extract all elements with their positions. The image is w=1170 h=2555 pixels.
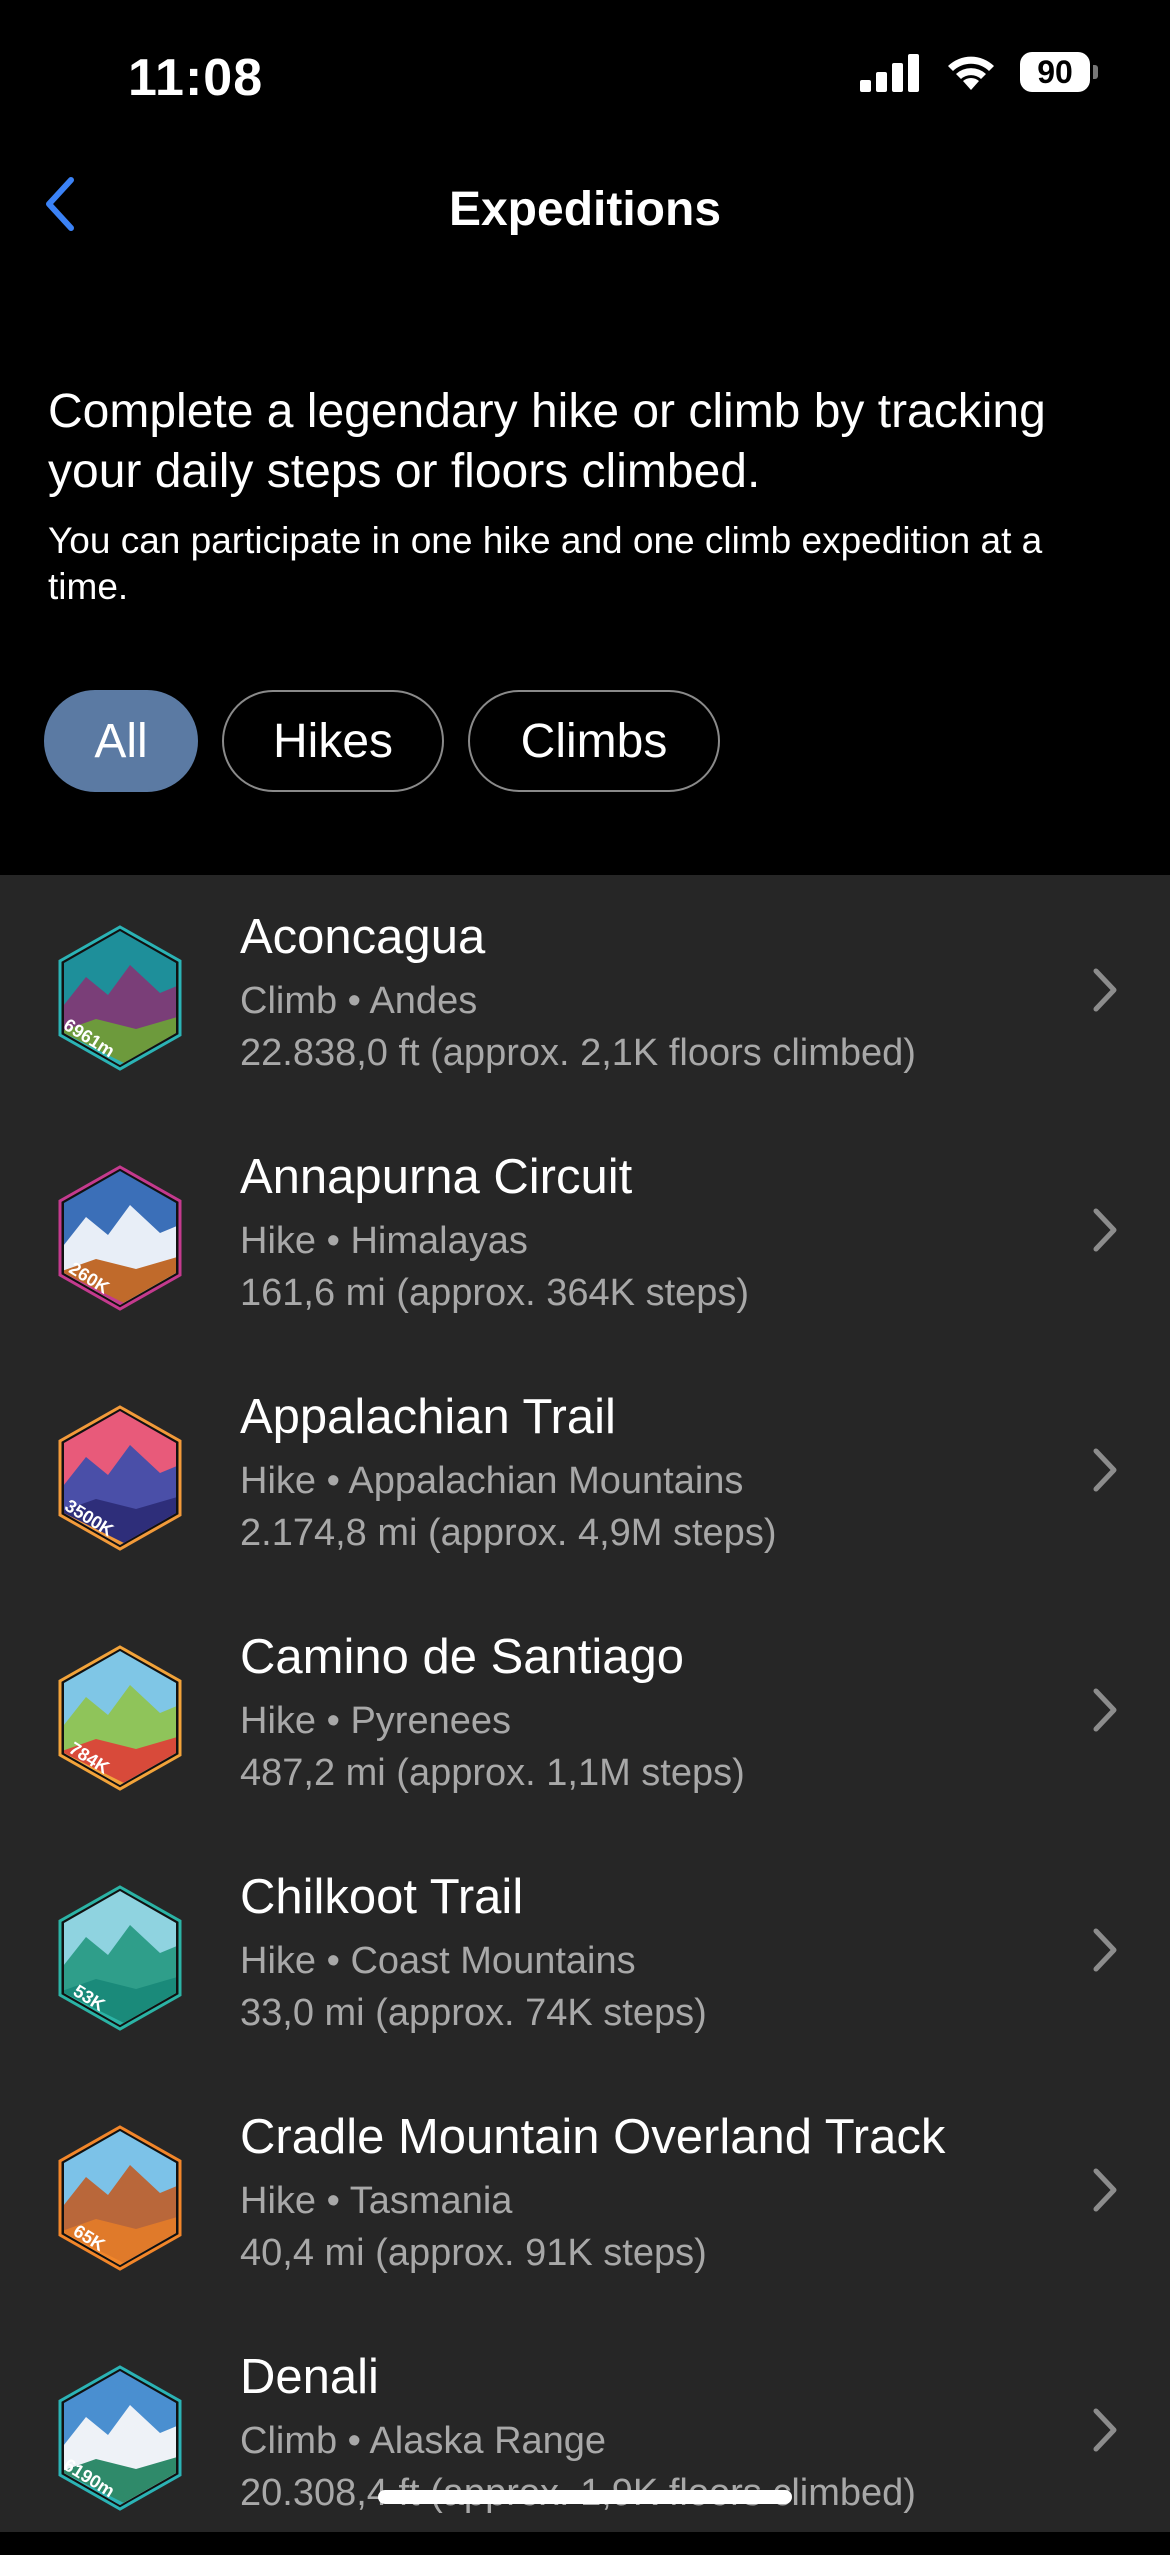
wifi-icon (948, 56, 994, 90)
expedition-row[interactable]: 53K Chilkoot Trail Hike • Coast Mountains 3… (0, 1835, 1170, 2075)
expedition-name: Camino de Santiago (240, 1630, 685, 1684)
expedition-region: Pyrenees (350, 1700, 511, 1742)
expedition-type-region: Climb • Andes (240, 975, 1080, 1027)
expedition-type-region: Hike • Pyrenees (240, 1695, 1080, 1747)
expedition-badge-icon: 6961m (58, 925, 182, 1071)
status-time: 11:08 (128, 49, 264, 107)
chevron-right-icon (1093, 1688, 1117, 1732)
expedition-text: Chilkoot Trail Hike • Coast Mountains 33,0… (240, 1867, 1080, 2039)
chevron-right-icon (1093, 968, 1117, 1012)
signal-icon (860, 54, 919, 92)
status-bar: 11:08 90 (0, 0, 1170, 150)
expedition-distance: 487,2 mi (approx. 1,1M steps) (240, 1752, 745, 1794)
expedition-name: Appalachian Trail (240, 1390, 616, 1444)
battery-indicator: 90 (1020, 52, 1098, 92)
expedition-row[interactable]: 784K Camino de Santiago Hike • Pyrenees 487… (0, 1595, 1170, 1835)
expedition-name: Aconcagua (240, 910, 486, 964)
intro-subtext: You can participate in one hike and one … (48, 520, 1043, 607)
expedition-text: Appalachian Trail Hike • Appalachian Moun… (240, 1387, 1080, 1559)
chevron-right-icon (1093, 2408, 1117, 2452)
expedition-row[interactable]: 6961m Aconcagua Climb • Andes 22.838,0 ft (… (0, 875, 1170, 1115)
expedition-name: Annapurna Circuit (240, 1150, 633, 1204)
expedition-row[interactable]: 6190m Denali Climb • Alaska Range 20.308,4 … (0, 2315, 1170, 2555)
filter-chips: All Hikes Climbs (44, 690, 720, 792)
chevron-right-icon (1093, 1448, 1117, 1492)
separator-dot: • (337, 2420, 370, 2462)
page-title: Expeditions (448, 183, 722, 236)
intro-lead: Complete a legendary hike or climb by tr… (48, 385, 1046, 498)
status-icons: 90 (860, 52, 1098, 92)
chevron-right-icon (1093, 1928, 1117, 1972)
expedition-type: Hike (240, 1700, 317, 1742)
expedition-badge-icon: 53K (58, 1885, 182, 2031)
separator-dot: • (316, 1220, 351, 1262)
expedition-badge-icon: 260K (58, 1165, 182, 1311)
expedition-badge-icon: 6190m (58, 2365, 182, 2511)
home-indicator (378, 2490, 792, 2504)
expedition-name: Chilkoot Trail (240, 1870, 524, 1924)
expedition-type: Hike (240, 1940, 317, 1982)
expedition-region: Coast Mountains (350, 1940, 636, 1982)
expedition-badge-icon: 65K (58, 2125, 182, 2271)
expedition-type-region: Hike • Appalachian Mountains (240, 1455, 1080, 1507)
expedition-type: Climb (240, 980, 338, 1022)
navigation-bar: Expeditions (0, 160, 1170, 250)
expedition-text: Aconcagua Climb • Andes 22.838,0 ft (appro… (240, 907, 1080, 1079)
expedition-type: Hike (240, 2180, 317, 2222)
expedition-row[interactable]: 65K Cradle Mountain Overland Track Hike • … (0, 2075, 1170, 2315)
expedition-row[interactable]: 260K Annapurna Circuit Hike • Himalayas 161… (0, 1115, 1170, 1355)
expedition-distance: 22.838,0 ft (approx. 2,1K floors climbed… (240, 1032, 916, 1074)
filter-all[interactable]: All (44, 690, 198, 792)
expedition-name: Cradle Mountain Overland Track (240, 2110, 946, 2164)
expedition-text: Annapurna Circuit Hike • Himalayas 161,6 m… (240, 1147, 1080, 1319)
expedition-type: Hike (240, 1460, 317, 1502)
filter-climbs[interactable]: Climbs (468, 690, 720, 792)
filter-hikes[interactable]: Hikes (222, 690, 444, 792)
separator-dot: • (316, 1940, 351, 1982)
battery-tip (1093, 65, 1098, 79)
chevron-right-icon (1093, 1208, 1117, 1252)
chevron-right-icon (1093, 2168, 1117, 2212)
expedition-type-region: Climb • Alaska Range (240, 2415, 1080, 2467)
expedition-text: Cradle Mountain Overland Track Hike • Tas… (240, 2107, 1080, 2279)
expedition-name: Denali (240, 2350, 379, 2404)
expedition-region: Andes (369, 980, 478, 1022)
expedition-distance: 161,6 mi (approx. 364K steps) (240, 1272, 750, 1314)
battery-level: 90 (1020, 52, 1090, 92)
expedition-distance: 2.174,8 mi (approx. 4,9M steps) (240, 1512, 777, 1554)
separator-dot: • (337, 980, 370, 1022)
expedition-row[interactable]: 3500K Appalachian Trail Hike • Appalachian… (0, 1355, 1170, 1595)
expedition-text: Camino de Santiago Hike • Pyrenees 487,2 m… (240, 1627, 1080, 1799)
expedition-region: Tasmania (349, 2180, 513, 2222)
expedition-badge-icon: 3500K (58, 1405, 182, 1551)
expedition-type: Climb (240, 2420, 338, 2462)
expedition-region: Himalayas (350, 1220, 528, 1262)
expedition-type-region: Hike • Coast Mountains (240, 1935, 1080, 1987)
expedition-type-region: Hike • Tasmania (240, 2175, 1080, 2227)
expedition-list: 6961m Aconcagua Climb • Andes 22.838,0 ft (… (0, 875, 1170, 2532)
intro: Complete a legendary hike or climb by tr… (48, 382, 1128, 610)
expedition-type: Hike (240, 1220, 317, 1262)
expedition-distance: 33,0 mi (approx. 74K steps) (240, 1992, 707, 2034)
expedition-region: Alaska Range (369, 2420, 607, 2462)
separator-dot: • (316, 1460, 349, 1502)
expedition-badge-icon: 784K (58, 1645, 182, 1791)
separator-dot: • (316, 2180, 350, 2222)
expedition-type-region: Hike • Himalayas (240, 1215, 1080, 1267)
expedition-region: Appalachian Mountains (348, 1460, 744, 1502)
expedition-distance: 40,4 mi (approx. 91K steps) (240, 2232, 707, 2274)
separator-dot: • (316, 1700, 351, 1742)
